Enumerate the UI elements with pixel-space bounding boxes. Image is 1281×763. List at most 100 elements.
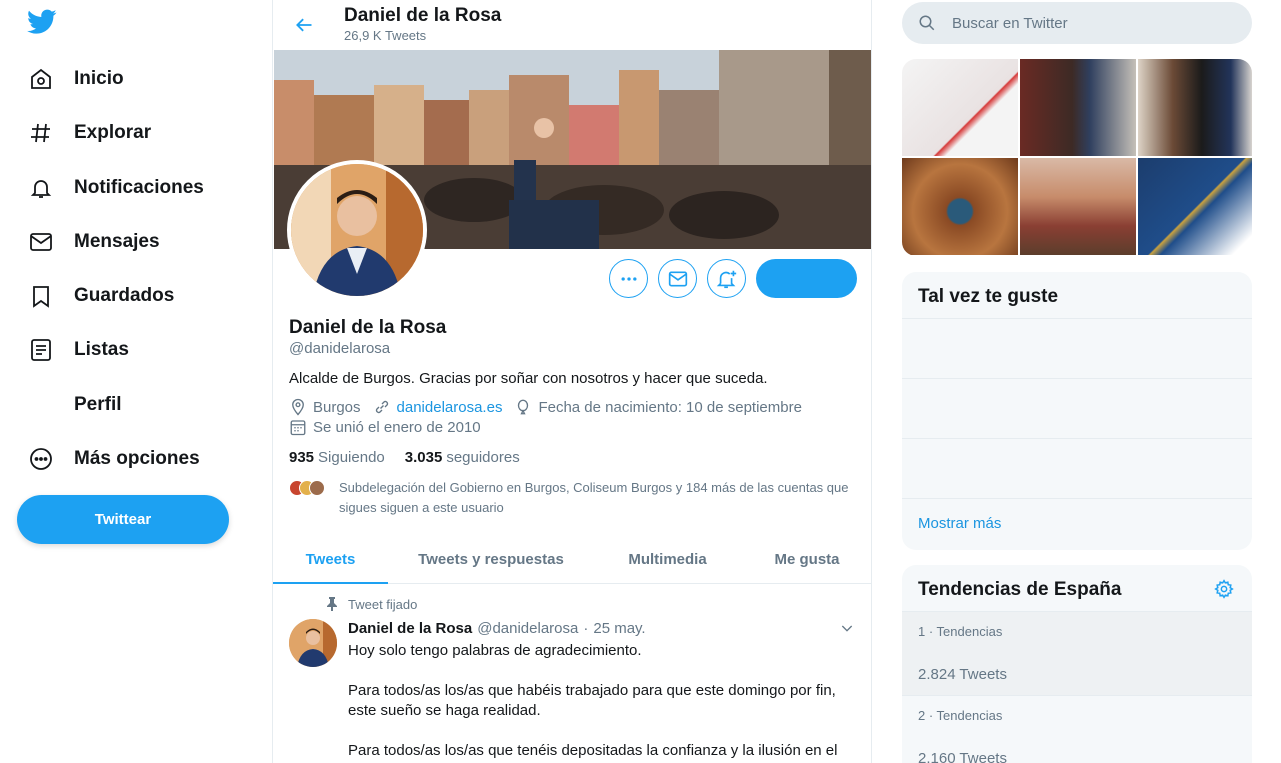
location-text: Burgos (313, 398, 361, 416)
media-thumbnail[interactable] (1020, 158, 1136, 255)
joined-item: Se unió el enero de 2010 (289, 418, 481, 436)
envelope-icon (28, 229, 54, 255)
nav-item-inicio[interactable]: Inicio (16, 55, 136, 103)
following-count: 935 (289, 449, 315, 466)
sidebar-nav: Inicio Explorar Notificaciones Mensajes … (0, 0, 272, 763)
followers-you-know-text: Subdelegación del Gobierno en Burgos, Co… (339, 480, 849, 515)
followers-you-know[interactable]: Subdelegación del Gobierno en Burgos, Co… (289, 478, 859, 518)
nav-item-notificaciones[interactable]: Notificaciones (16, 164, 216, 212)
nav-item-guardados[interactable]: Guardados (16, 272, 186, 320)
location-pin-icon (292, 398, 304, 416)
twitter-logo-icon[interactable] (27, 9, 57, 37)
follow-stats: 935 Siguiendo 3.035 seguidores (289, 449, 540, 466)
website-link[interactable]: danidelarosa.es (397, 399, 503, 416)
joined-text: Se unió el enero de 2010 (313, 418, 481, 436)
nav-label: Listas (74, 339, 129, 360)
birthday-text: Fecha de nacimiento: 10 de septiembre (538, 398, 802, 416)
tab-multimedia[interactable]: Multimedia (594, 535, 741, 583)
profile-header-bar: Daniel de la Rosa 26,9 K Tweets (273, 0, 871, 50)
profile-icon (28, 392, 54, 418)
trend-item[interactable]: 2 · Tendencias 2.160 Tweets (902, 695, 1252, 763)
trend-item[interactable]: 1 · Tendencias 2.824 Tweets (902, 611, 1252, 695)
location-item: Burgos (289, 398, 361, 416)
trend-count: 2.160 Tweets (918, 750, 1007, 763)
tweet-header: Daniel de la Rosa @danidelarosa · 25 may… (348, 620, 646, 637)
media-thumbnail[interactable] (902, 59, 1018, 156)
website-item: danidelarosa.es (373, 398, 503, 416)
header-name: Daniel de la Rosa (344, 5, 502, 26)
trend-meta: 1 · Tendencias (918, 624, 1003, 639)
chevron-down-icon (841, 625, 853, 632)
tweet-author-avatar[interactable] (289, 619, 337, 667)
profile-avatar[interactable] (287, 160, 427, 300)
nav-item-mensajes[interactable]: Mensajes (16, 218, 172, 266)
list-icon (28, 337, 54, 363)
twitter-profile-page: Inicio Explorar Notificaciones Mensajes … (0, 0, 1281, 763)
media-thumbnail[interactable] (1138, 59, 1252, 156)
search-icon (919, 15, 935, 31)
follow-button[interactable] (756, 259, 857, 298)
trends-settings-button[interactable] (1214, 579, 1234, 604)
search-box[interactable] (902, 2, 1252, 44)
bookmark-icon (28, 283, 54, 309)
media-thumbnail[interactable] (902, 158, 1018, 255)
envelope-icon (668, 271, 687, 286)
following-link[interactable]: 935 Siguiendo (289, 449, 385, 466)
balloon-icon (518, 399, 529, 415)
tweet-button[interactable]: Twittear (17, 495, 229, 544)
tweet-separator: · (583, 620, 589, 637)
tweet-author-handle[interactable]: @danidelarosa (477, 620, 578, 637)
tweet-date[interactable]: 25 may. (593, 620, 645, 637)
nav-label: Inicio (74, 68, 124, 89)
followers-link[interactable]: 3.035 seguidores (405, 449, 520, 466)
hashtag-icon (28, 120, 54, 146)
arrow-left-icon (296, 18, 312, 32)
media-thumbnail[interactable] (1138, 158, 1252, 255)
tweet-text: Hoy solo tengo palabras de agradecimient… (348, 641, 858, 763)
home-icon (28, 66, 54, 92)
profile-bio: Alcalde de Burgos. Gracias por soñar con… (289, 370, 768, 387)
suggestion-row[interactable] (902, 378, 1252, 438)
following-label: Siguiendo (318, 449, 385, 466)
nav-item-listas[interactable]: Listas (16, 326, 141, 374)
nav-label: Perfil (74, 394, 122, 415)
profile-handle: @danidelarosa (289, 340, 391, 357)
bell-icon (28, 175, 54, 201)
nav-label: Notificaciones (74, 177, 204, 198)
tweet-paragraph: Para todos/as los/as que tenéis deposita… (348, 742, 838, 759)
followers-count: 3.035 (404, 449, 443, 466)
search-input[interactable] (952, 14, 1232, 32)
suggestion-row[interactable] (902, 318, 1252, 378)
nav-label: Explorar (74, 122, 152, 143)
more-actions-button[interactable] (609, 259, 648, 298)
suggestion-row[interactable] (902, 438, 1252, 498)
trend-count: 2.824 Tweets (918, 666, 1007, 683)
message-button[interactable] (658, 259, 697, 298)
nav-item-mas-opciones[interactable]: Más opciones (16, 435, 212, 483)
notifications-toggle-button[interactable] (707, 259, 746, 298)
show-more-link[interactable]: Mostrar más (902, 498, 1252, 548)
calendar-icon (290, 420, 306, 436)
nav-item-perfil[interactable]: Perfil (16, 381, 134, 429)
back-button[interactable] (287, 8, 321, 42)
tab-me-gusta[interactable]: Me gusta (741, 535, 871, 583)
profile-meta: Burgos danidelarosa.es Fecha de nacimien… (289, 398, 814, 416)
media-thumbnails (902, 59, 1252, 256)
media-thumbnail[interactable] (1020, 59, 1136, 156)
tweet-options-button[interactable] (839, 620, 855, 641)
trends-panel: Tendencias de España 1 · Tendencias 2.82… (902, 565, 1252, 763)
nav-label: Mensajes (74, 231, 160, 252)
pinned-label: Tweet fijado (348, 597, 418, 612)
birthday-item: Fecha de nacimiento: 10 de septiembre (514, 398, 802, 416)
profile-name: Daniel de la Rosa (289, 317, 447, 338)
header-tweet-count: 26,9 K Tweets (344, 28, 427, 43)
nav-item-explorar[interactable]: Explorar (16, 109, 163, 157)
tweet-author-name[interactable]: Daniel de la Rosa (348, 620, 472, 637)
bell-plus-icon (716, 270, 736, 288)
follower-avatars (289, 478, 329, 498)
tab-tweets-respuestas[interactable]: Tweets y respuestas (388, 535, 594, 583)
gear-icon (1214, 579, 1234, 599)
tab-tweets[interactable]: Tweets (273, 535, 388, 584)
trend-meta: 2 · Tendencias (918, 708, 1003, 723)
pin-icon (327, 597, 337, 611)
